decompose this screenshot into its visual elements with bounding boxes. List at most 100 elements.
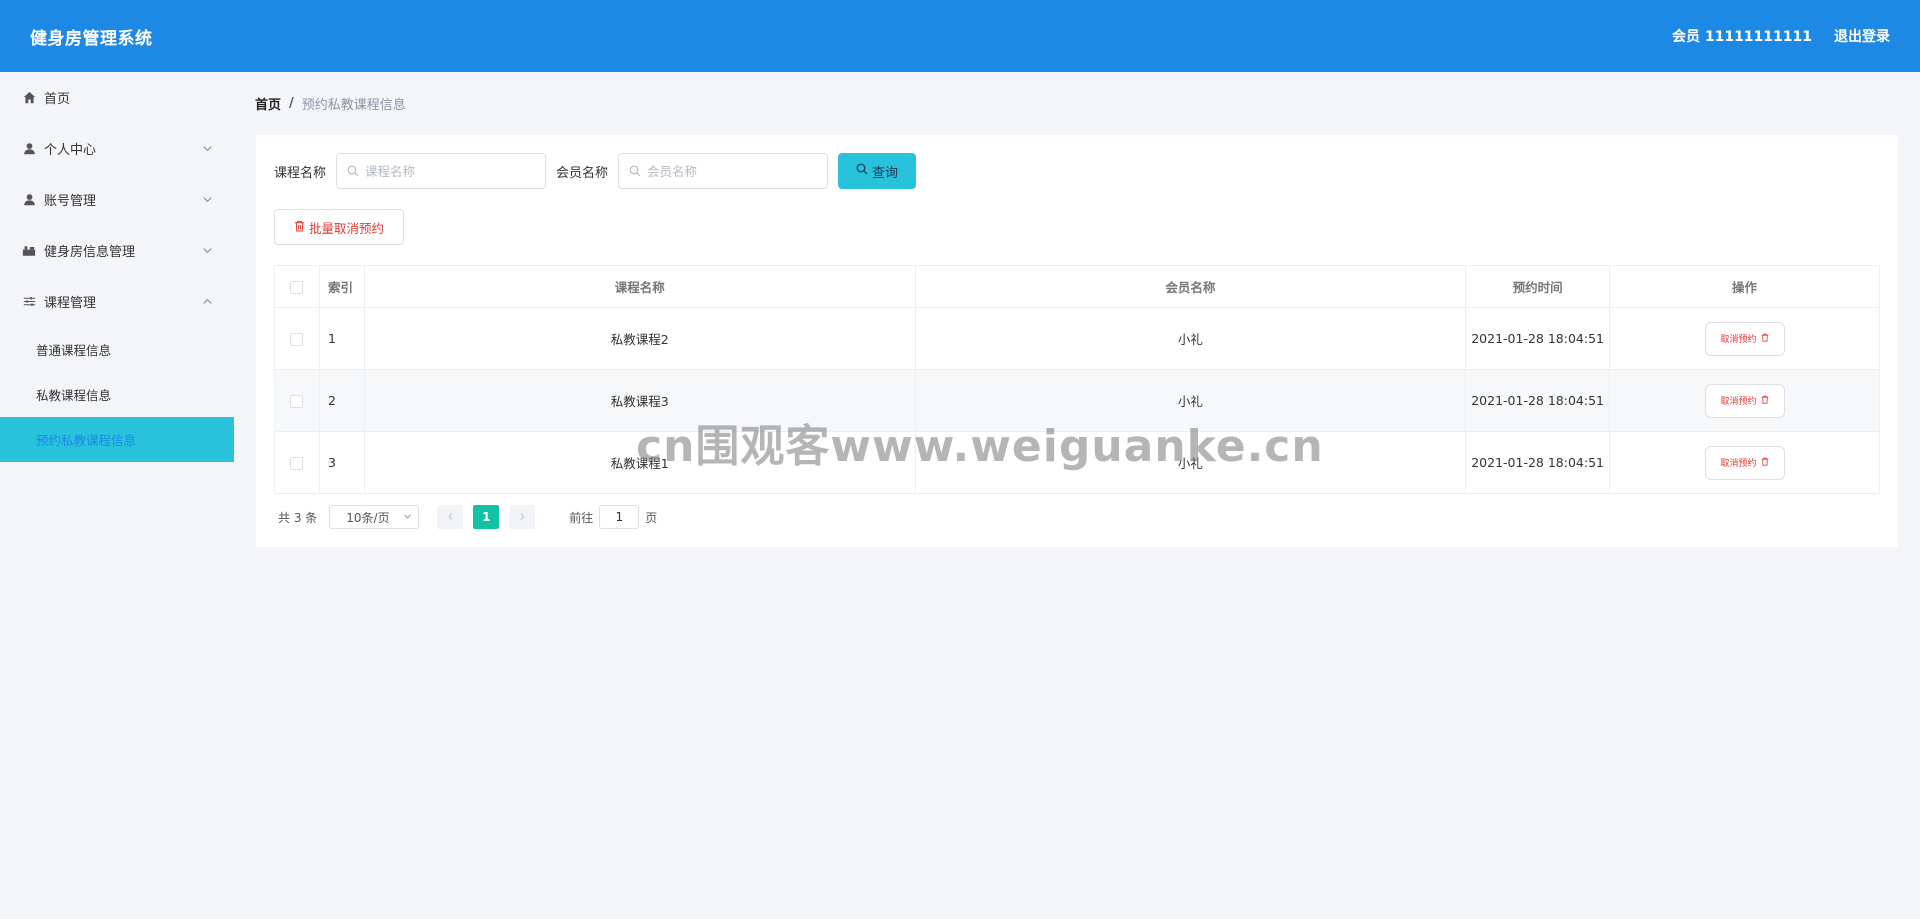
course-name-field[interactable]: [336, 153, 547, 189]
header-booking-time: 预约时间: [1465, 265, 1611, 308]
cancel-booking-button[interactable]: 取消预约: [1704, 321, 1785, 356]
course-name-input[interactable]: [365, 163, 536, 179]
sidebar-item-gym-info[interactable]: 健身房信息管理: [0, 225, 234, 276]
header-actions: 会员 11111111111 退出登录: [1672, 26, 1890, 46]
sidebar-item-label: 健身房信息管理: [44, 245, 136, 260]
row-course-name: 私教课程3: [363, 369, 916, 432]
breadcrumb-separator: /: [289, 96, 294, 111]
member-name-field[interactable]: [618, 153, 829, 189]
batch-cancel-button[interactable]: 批量取消预约: [274, 209, 404, 245]
breadcrumb-current: 预约私教课程信息: [301, 98, 406, 113]
row-member-name: 小礼: [914, 307, 1467, 370]
chevron-left-icon: [446, 510, 455, 524]
sidebar-item-home[interactable]: 首页: [0, 72, 234, 123]
header-course-name: 课程名称: [363, 265, 916, 308]
page-suffix: 页: [645, 510, 658, 525]
sidebar-item-label: 账号管理: [44, 194, 97, 209]
sidebar-item-course-management[interactable]: 课程管理: [0, 276, 234, 327]
sidebar-item-label: 个人中心: [44, 143, 97, 158]
sidebar-subitem-normal-course[interactable]: 普通课程信息: [0, 327, 234, 372]
row-select-cell: [274, 307, 320, 370]
row-action-cell: 取消预约: [1609, 307, 1880, 370]
pagination: 共 3 条 10条/页 1 前往 页: [278, 505, 657, 529]
sidebar-item-label: 课程管理: [44, 296, 97, 311]
row-index: 1: [318, 307, 365, 370]
chevron-down-icon: [403, 510, 412, 524]
row-member-name: 小礼: [914, 369, 1467, 432]
booking-table: 索引 课程名称 会员名称 预约时间 操作 1 私教课程2 小礼 2021-01-…: [274, 265, 1880, 494]
breadcrumb-home[interactable]: 首页: [255, 94, 281, 113]
next-page-button[interactable]: [509, 505, 536, 529]
row-checkbox[interactable]: [290, 333, 304, 346]
goto-page: 前往 页: [569, 505, 657, 529]
row-booking-time: 2021-01-28 18:04:51: [1465, 369, 1611, 432]
chevron-down-icon: [202, 245, 214, 257]
chevron-up-icon: [202, 296, 214, 308]
chevron-down-icon: [202, 143, 214, 155]
logout-button[interactable]: 退出登录: [1834, 26, 1890, 46]
trash-icon: [1761, 333, 1769, 345]
search-icon: [856, 163, 868, 179]
trash-icon: [1761, 395, 1769, 407]
select-all-cell: [274, 265, 320, 308]
batch-cancel-label: 批量取消预约: [308, 220, 384, 236]
query-button[interactable]: 查询: [838, 153, 917, 189]
app-title: 健身房管理系统: [30, 28, 153, 49]
table-row: 3 私教课程1 小礼 2021-01-28 18:04:51 取消预约: [274, 431, 1880, 494]
goto-page-input[interactable]: [599, 505, 640, 529]
sidebar-item-personal-center[interactable]: 个人中心: [0, 123, 234, 174]
sidebar-item-account-management[interactable]: 账号管理: [0, 174, 234, 225]
user-icon: [22, 142, 36, 156]
row-checkbox[interactable]: [290, 395, 304, 408]
cancel-booking-label: 取消预约: [1720, 397, 1757, 407]
chevron-right-icon: [518, 510, 527, 524]
user-label[interactable]: 会员 11111111111: [1672, 26, 1812, 46]
sidebar-subitem-private-course[interactable]: 私教课程信息: [0, 372, 234, 417]
sliders-icon: [22, 295, 36, 309]
search-icon: [347, 165, 359, 177]
header-index: 索引: [318, 265, 365, 308]
row-checkbox[interactable]: [290, 457, 304, 470]
cancel-booking-button[interactable]: 取消预约: [1704, 445, 1785, 480]
trash-icon: [294, 220, 305, 235]
query-button-label: 查询: [872, 165, 899, 181]
goto-label: 前往: [569, 510, 594, 525]
table-row: 2 私教课程3 小礼 2021-01-28 18:04:51 取消预约: [274, 369, 1880, 432]
prev-page-button[interactable]: [437, 505, 464, 529]
trash-icon: [1761, 457, 1769, 469]
table-header-row: 索引 课程名称 会员名称 预约时间 操作: [274, 265, 1880, 308]
chevron-down-icon: [202, 194, 214, 206]
search-icon: [629, 165, 641, 177]
row-action-cell: 取消预约: [1609, 369, 1880, 432]
row-action-cell: 取消预约: [1609, 431, 1880, 494]
header-action: 操作: [1609, 265, 1880, 308]
sidebar-subitem-private-booking[interactable]: 预约私教课程信息: [0, 417, 234, 462]
header-member-name: 会员名称: [914, 265, 1467, 308]
row-booking-time: 2021-01-28 18:04:51: [1465, 307, 1611, 370]
top-header: 健身房管理系统 会员 11111111111 退出登录: [0, 0, 1920, 72]
breadcrumb: 首页 / 预约私教课程信息: [255, 94, 406, 113]
page-number-button[interactable]: 1: [473, 505, 500, 529]
cancel-booking-label: 取消预约: [1720, 335, 1757, 345]
row-select-cell: [274, 431, 320, 494]
row-course-name: 私教课程1: [363, 431, 916, 494]
row-index: 3: [318, 431, 365, 494]
cancel-booking-button[interactable]: 取消预约: [1704, 383, 1785, 418]
cancel-booking-label: 取消预约: [1720, 459, 1757, 469]
select-all-checkbox[interactable]: [290, 281, 304, 294]
sidebar: 首页 个人中心 账号管理 健身房信息管理 课程管理 普通课程信息 私教课程信息 …: [0, 72, 234, 919]
filter-row: 课程名称 会员名称 查询: [274, 153, 917, 189]
row-course-name: 私教课程2: [363, 307, 916, 370]
table-row: 1 私教课程2 小礼 2021-01-28 18:04:51 取消预约: [274, 307, 1880, 370]
content-card: 课程名称 会员名称 查询 批量取消预约: [256, 135, 1898, 547]
building-icon: [22, 244, 36, 258]
page-size-value: 10条/页: [346, 510, 390, 525]
row-member-name: 小礼: [914, 431, 1467, 494]
sidebar-item-label: 首页: [44, 92, 71, 107]
member-name-label: 会员名称: [556, 165, 609, 181]
row-booking-time: 2021-01-28 18:04:51: [1465, 431, 1611, 494]
member-name-input[interactable]: [647, 163, 818, 179]
row-select-cell: [274, 369, 320, 432]
page-size-select[interactable]: 10条/页: [329, 505, 420, 529]
course-name-label: 课程名称: [274, 165, 327, 181]
